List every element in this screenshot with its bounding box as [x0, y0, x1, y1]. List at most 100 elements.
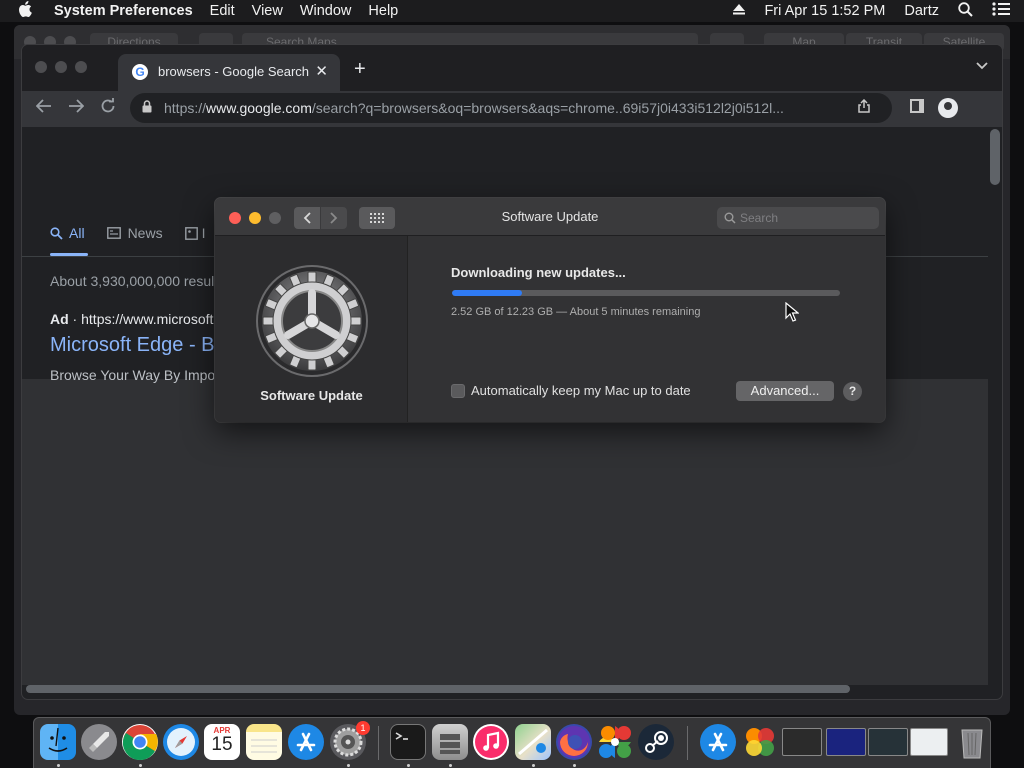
menu-clock[interactable]: Fri Apr 15 1:52 PM	[764, 3, 885, 19]
app-store-icon[interactable]	[288, 724, 324, 760]
steam-icon[interactable]	[638, 724, 674, 760]
minimized-window-thumb-1[interactable]	[782, 728, 822, 756]
auto-update-label[interactable]: Automatically keep my Mac up to date	[471, 383, 691, 398]
minimized-window-thumb-4[interactable]	[910, 728, 948, 756]
menu-bar: System Preferences Edit View Window Help…	[0, 0, 1024, 22]
page-lower-area	[22, 379, 988, 685]
google-tab-images[interactable]: I	[184, 225, 205, 241]
menu-edit[interactable]: Edit	[210, 3, 235, 19]
ad-description: Browse Your Way By Impo	[50, 367, 216, 383]
maps-running-dot	[532, 764, 535, 767]
new-tab-icon[interactable]: +	[354, 58, 366, 81]
address-bar[interactable]: https://www.google.com/search?q=browsers…	[130, 93, 892, 123]
profile-avatar-icon[interactable]	[938, 98, 958, 118]
sysprefs-running-dot	[347, 764, 350, 767]
disk-utility-icon[interactable]	[432, 724, 468, 760]
software-update-titlebar: Software Update	[215, 198, 885, 236]
photos-stack-icon[interactable]	[742, 724, 778, 760]
horizontal-scrollbar[interactable]	[26, 685, 850, 693]
tab-search-chevron-icon[interactable]	[976, 59, 988, 73]
dock-separator-right	[687, 726, 688, 760]
desktop: System Preferences Edit View Window Help…	[0, 0, 1024, 768]
eject-icon[interactable]	[733, 3, 746, 19]
menu-window[interactable]: Window	[300, 3, 352, 19]
google-favicon-icon: G	[132, 64, 148, 80]
url-host: www.google.com	[206, 100, 312, 116]
advanced-button[interactable]: Advanced...	[736, 381, 834, 401]
preferences-search-field[interactable]	[717, 207, 879, 229]
safari-compass-icon[interactable]	[163, 724, 199, 760]
forward-arrow-icon[interactable]	[68, 98, 85, 119]
vertical-scrollbar[interactable]	[990, 129, 1000, 185]
spotlight-search-icon[interactable]	[958, 1, 973, 21]
menu-help[interactable]: Help	[368, 3, 398, 19]
menu-app-name[interactable]: System Preferences	[54, 3, 193, 19]
mouse-pointer-icon	[785, 302, 799, 322]
search-icon	[724, 211, 736, 229]
finder-running-dot	[57, 764, 60, 767]
search-icon	[50, 226, 63, 240]
reload-icon[interactable]	[100, 98, 116, 119]
minimized-window-thumb-3[interactable]	[868, 728, 908, 756]
url-path: /search?q=browsers&oq=browsers&aqs=chrom…	[311, 100, 784, 116]
search-input[interactable]	[740, 210, 860, 226]
update-status: Downloading new updates...	[451, 265, 626, 280]
ad-url-line: Ad · https://www.microsoft	[50, 311, 214, 327]
chrome-running-dot	[139, 764, 142, 767]
gear-icon	[256, 265, 368, 377]
google-tab-news-label: News	[127, 225, 163, 241]
sysprefs-badge: 1	[356, 721, 370, 735]
browser-toolbar: https://www.google.com/search?q=browsers…	[22, 91, 1002, 127]
image-icon	[184, 226, 198, 240]
ad-title-link[interactable]: Microsoft Edge - B	[50, 334, 215, 357]
control-center-icon[interactable]	[992, 2, 1010, 20]
calendar-icon[interactable]: APR 15	[204, 724, 240, 760]
apple-menu-icon[interactable]	[18, 1, 40, 21]
auto-update-option[interactable]: Automatically keep my Mac up to date	[451, 383, 691, 398]
google-tab-all[interactable]: All	[50, 225, 85, 241]
app-store-downloads-icon[interactable]	[700, 724, 736, 760]
maps-icon[interactable]	[515, 724, 551, 760]
disk-utility-running-dot	[449, 764, 452, 767]
chrome-icon[interactable]	[122, 724, 158, 760]
chrome-zoom-button[interactable]	[75, 61, 87, 73]
firefox-icon[interactable]	[556, 724, 592, 760]
ad-url[interactable]: https://www.microsoft	[81, 311, 213, 327]
share-icon[interactable]	[858, 98, 870, 116]
tab-strip: G browsers - Google Search ✕ +	[22, 45, 1002, 91]
terminal-running-dot	[407, 764, 410, 767]
tab-close-icon[interactable]: ✕	[315, 62, 328, 80]
back-arrow-icon[interactable]	[35, 98, 52, 119]
help-button[interactable]: ?	[843, 382, 862, 401]
address-url: https://www.google.com/search?q=browsers…	[164, 100, 824, 116]
results-count: About 3,930,000,000 resul	[50, 273, 215, 289]
google-tab-news[interactable]: News	[106, 225, 163, 241]
menu-user[interactable]: Dartz	[904, 3, 939, 19]
google-tab-all-label: All	[69, 225, 85, 241]
google-search-tabs: All News I	[50, 225, 227, 241]
itunes-music-icon[interactable]	[473, 724, 509, 760]
side-panel-icon[interactable]	[910, 99, 924, 113]
pinwheel-app-icon[interactable]	[597, 724, 633, 760]
terminal-icon[interactable]	[390, 724, 426, 760]
menu-view[interactable]: View	[252, 3, 283, 19]
notes-icon[interactable]	[246, 724, 282, 760]
pane-label: Software Update	[260, 388, 363, 403]
download-progress-fill	[452, 290, 522, 296]
news-icon	[106, 227, 121, 239]
firefox-running-dot	[573, 764, 576, 767]
minimized-window-thumb-2[interactable]	[826, 728, 866, 756]
browser-tab[interactable]: G browsers - Google Search ✕	[118, 54, 340, 91]
finder-icon[interactable]	[40, 724, 76, 760]
lock-icon[interactable]	[142, 100, 152, 113]
url-scheme: https://	[164, 100, 207, 116]
chrome-minimize-button[interactable]	[55, 61, 67, 73]
chrome-close-button[interactable]	[35, 61, 47, 73]
launchpad-rocket-icon[interactable]	[81, 724, 117, 760]
software-update-sidebar: Software Update	[215, 236, 408, 422]
auto-update-checkbox[interactable]	[451, 383, 465, 398]
download-progress-bar	[452, 290, 840, 296]
trash-icon[interactable]	[954, 724, 990, 760]
dock: APR 15 1	[33, 717, 991, 768]
progress-text: 2.52 GB of 12.23 GB — About 5 minutes re…	[451, 306, 701, 318]
